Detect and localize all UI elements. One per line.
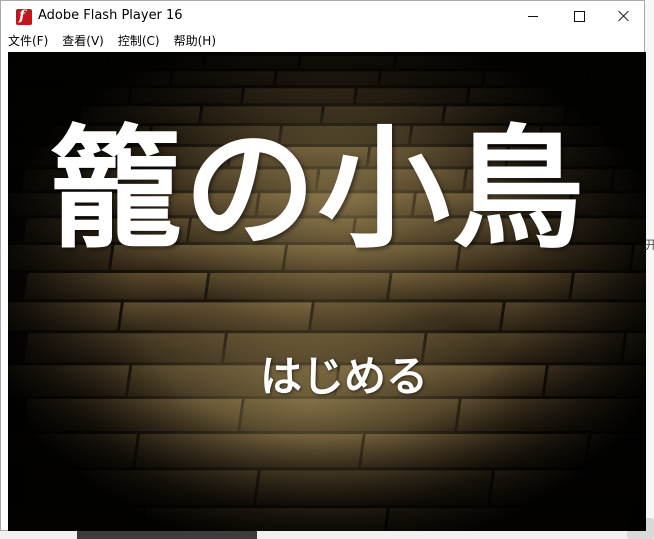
background-window (645, 0, 654, 539)
flash-player-window: f Adobe Flash Player 16 文件(F) 查看(V) 控制(C… (0, 0, 646, 531)
menu-file[interactable]: 文件(F) (1, 31, 55, 52)
desktop: 开 f Adobe Flash Player 16 文件(F) 查看(V) 控制… (0, 0, 654, 539)
menu-view[interactable]: 查看(V) (55, 31, 111, 52)
game-title: 籠の小鳥 (50, 112, 586, 267)
close-icon (618, 10, 630, 22)
start-button[interactable]: はじめる (254, 347, 434, 407)
background-taskbar-segment (77, 531, 257, 539)
menu-help[interactable]: 帮助(H) (167, 31, 223, 52)
minimize-icon (528, 15, 538, 17)
close-button[interactable] (601, 1, 647, 31)
flash-stage[interactable]: 籠の小鳥 はじめる (8, 52, 646, 531)
flash-player-icon: f (16, 8, 32, 25)
window-title: Adobe Flash Player 16 (38, 8, 183, 23)
title-bar[interactable]: f Adobe Flash Player 16 (1, 1, 644, 31)
maximize-icon (573, 10, 585, 22)
maximize-button[interactable] (556, 1, 602, 31)
menu-control[interactable]: 控制(C) (111, 31, 167, 52)
minimize-button[interactable] (510, 1, 556, 31)
background-window-text: 开 (645, 238, 654, 252)
menu-bar: 文件(F) 查看(V) 控制(C) 帮助(H) (1, 31, 644, 52)
